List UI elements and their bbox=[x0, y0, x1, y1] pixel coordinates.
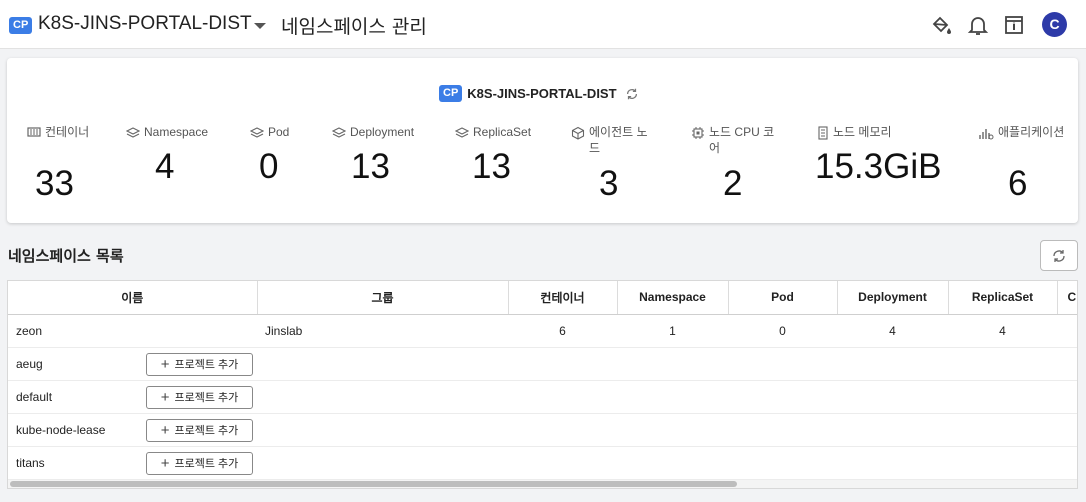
info-panel-icon[interactable] bbox=[1002, 13, 1026, 37]
top-bar: CP K8S-JINS-PORTAL-DIST 네임스페이스 관리 C bbox=[0, 0, 1086, 49]
namespace-name[interactable]: titans bbox=[16, 456, 45, 470]
table-row[interactable]: zeon Jinslab 6 1 0 4 4 bbox=[8, 314, 1077, 348]
section-title: 네임스페이스 목록 bbox=[8, 247, 124, 265]
stat-value: 33 bbox=[35, 164, 74, 203]
stat-label: 노드 메모리 bbox=[833, 125, 892, 139]
add-project-button[interactable]: + 프로젝트 추가 bbox=[146, 352, 253, 376]
table-header: 이름 그룹 컨테이너 Namespace Pod Deployment Repl… bbox=[8, 281, 1077, 315]
refresh-icon bbox=[1053, 249, 1065, 262]
scrollbar-thumb[interactable] bbox=[10, 481, 737, 487]
avatar[interactable]: C bbox=[1042, 12, 1067, 37]
stat-value: 13 bbox=[472, 147, 511, 186]
namespace-name[interactable]: zeon bbox=[8, 314, 257, 348]
stat-label: 컨테이너 bbox=[45, 125, 90, 139]
pod-count: 0 bbox=[728, 314, 837, 348]
column-header-pod[interactable]: Pod bbox=[728, 281, 838, 315]
cpu-icon bbox=[692, 127, 704, 139]
stat-value: 0 bbox=[259, 147, 279, 186]
add-project-label: 프로젝트 추가 bbox=[174, 359, 239, 371]
layers-icon bbox=[332, 127, 346, 138]
cube-icon bbox=[571, 126, 585, 140]
stat-value: 3 bbox=[599, 164, 619, 203]
truncated-count bbox=[1057, 314, 1077, 348]
table-row[interactable]: titans + 프로젝트 추가 bbox=[8, 446, 1077, 480]
column-header-name[interactable]: 이름 bbox=[8, 281, 258, 315]
stat-replicasets: ReplicaSet bbox=[455, 124, 531, 140]
cluster-type-badge: CP bbox=[9, 17, 33, 34]
stat-value: 2 bbox=[723, 164, 743, 203]
stat-pods: Pod bbox=[250, 124, 289, 140]
add-project-label: 프로젝트 추가 bbox=[174, 392, 239, 404]
column-header-truncated[interactable]: C bbox=[1057, 281, 1077, 315]
add-project-button[interactable]: + 프로젝트 추가 bbox=[146, 385, 253, 409]
table-row[interactable]: kube-node-lease + 프로젝트 추가 bbox=[8, 413, 1077, 447]
deployment-count: 4 bbox=[837, 314, 948, 348]
stat-label: 애플리케이션 bbox=[998, 125, 1065, 139]
stat-node-cpu: 노드 CPU 코어 bbox=[691, 124, 777, 156]
namespace-name[interactable]: aeug bbox=[16, 357, 43, 371]
stat-namespaces: Namespace bbox=[126, 124, 208, 140]
stat-label: Namespace bbox=[144, 125, 209, 139]
stat-deployments: Deployment bbox=[332, 124, 414, 140]
layers-icon bbox=[455, 127, 469, 138]
plus-icon: + bbox=[160, 388, 170, 406]
column-header-replicaset[interactable]: ReplicaSet bbox=[948, 281, 1058, 315]
group-name: Jinslab bbox=[257, 314, 508, 348]
namespace-count: 1 bbox=[617, 314, 728, 348]
plus-icon: + bbox=[160, 355, 170, 373]
stat-value: 13 bbox=[351, 147, 390, 186]
cluster-name: K8S-JINS-PORTAL-DIST bbox=[467, 86, 617, 101]
stat-label: ReplicaSet bbox=[473, 125, 532, 139]
app-icon bbox=[979, 129, 994, 140]
layers-icon bbox=[126, 127, 140, 138]
page-title: 네임스페이스 관리 bbox=[281, 16, 427, 38]
stat-value: 4 bbox=[155, 147, 175, 186]
column-header-containers[interactable]: 컨테이너 bbox=[508, 281, 618, 315]
stat-label: 노드 CPU 코어 bbox=[709, 125, 775, 155]
chevron-down-icon[interactable] bbox=[254, 23, 266, 29]
add-project-label: 프로젝트 추가 bbox=[174, 425, 239, 437]
containers-count: 6 bbox=[508, 314, 617, 348]
layers-icon bbox=[250, 127, 264, 138]
stat-value: 6 bbox=[1008, 164, 1028, 203]
replicaset-count: 4 bbox=[948, 314, 1057, 348]
namespace-table: 이름 그룹 컨테이너 Namespace Pod Deployment Repl… bbox=[7, 280, 1078, 489]
stat-applications: 애플리케이션 bbox=[978, 124, 1068, 140]
stat-label: Pod bbox=[268, 125, 290, 139]
paint-bucket-icon[interactable] bbox=[929, 13, 953, 37]
table-row[interactable]: aeug + 프로젝트 추가 bbox=[8, 347, 1077, 381]
stat-node-memory: 노드 메모리 bbox=[817, 124, 892, 140]
memory-icon bbox=[818, 126, 828, 140]
stat-agent-nodes: 에이전트 노드 bbox=[571, 124, 655, 156]
add-project-label: 프로젝트 추가 bbox=[174, 458, 239, 470]
plus-icon: + bbox=[160, 421, 170, 439]
cluster-selector[interactable]: K8S-JINS-PORTAL-DIST bbox=[38, 13, 252, 35]
card-header: CP K8S-JINS-PORTAL-DIST bbox=[439, 85, 639, 102]
refresh-button[interactable] bbox=[1040, 240, 1078, 271]
bell-icon[interactable] bbox=[966, 13, 990, 37]
column-header-group[interactable]: 그룹 bbox=[257, 281, 509, 315]
namespace-name[interactable]: default bbox=[16, 390, 52, 404]
stat-label: 에이전트 노드 bbox=[589, 125, 648, 155]
plus-icon: + bbox=[160, 454, 170, 472]
cluster-type-badge: CP bbox=[439, 85, 463, 102]
column-header-namespace[interactable]: Namespace bbox=[617, 281, 729, 315]
horizontal-scrollbar[interactable] bbox=[8, 480, 1077, 488]
namespace-name[interactable]: kube-node-lease bbox=[16, 423, 105, 437]
stat-value: 15.3GiB bbox=[815, 147, 942, 186]
cluster-summary-card: CP K8S-JINS-PORTAL-DIST 컨테이너 33 Namespac… bbox=[7, 58, 1078, 223]
container-icon bbox=[27, 127, 41, 137]
refresh-icon[interactable] bbox=[625, 87, 639, 101]
add-project-button[interactable]: + 프로젝트 추가 bbox=[146, 451, 253, 475]
column-header-deployment[interactable]: Deployment bbox=[837, 281, 949, 315]
stat-containers: 컨테이너 bbox=[27, 124, 97, 140]
add-project-button[interactable]: + 프로젝트 추가 bbox=[146, 418, 253, 442]
stat-label: Deployment bbox=[350, 125, 415, 139]
table-row[interactable]: default + 프로젝트 추가 bbox=[8, 380, 1077, 414]
